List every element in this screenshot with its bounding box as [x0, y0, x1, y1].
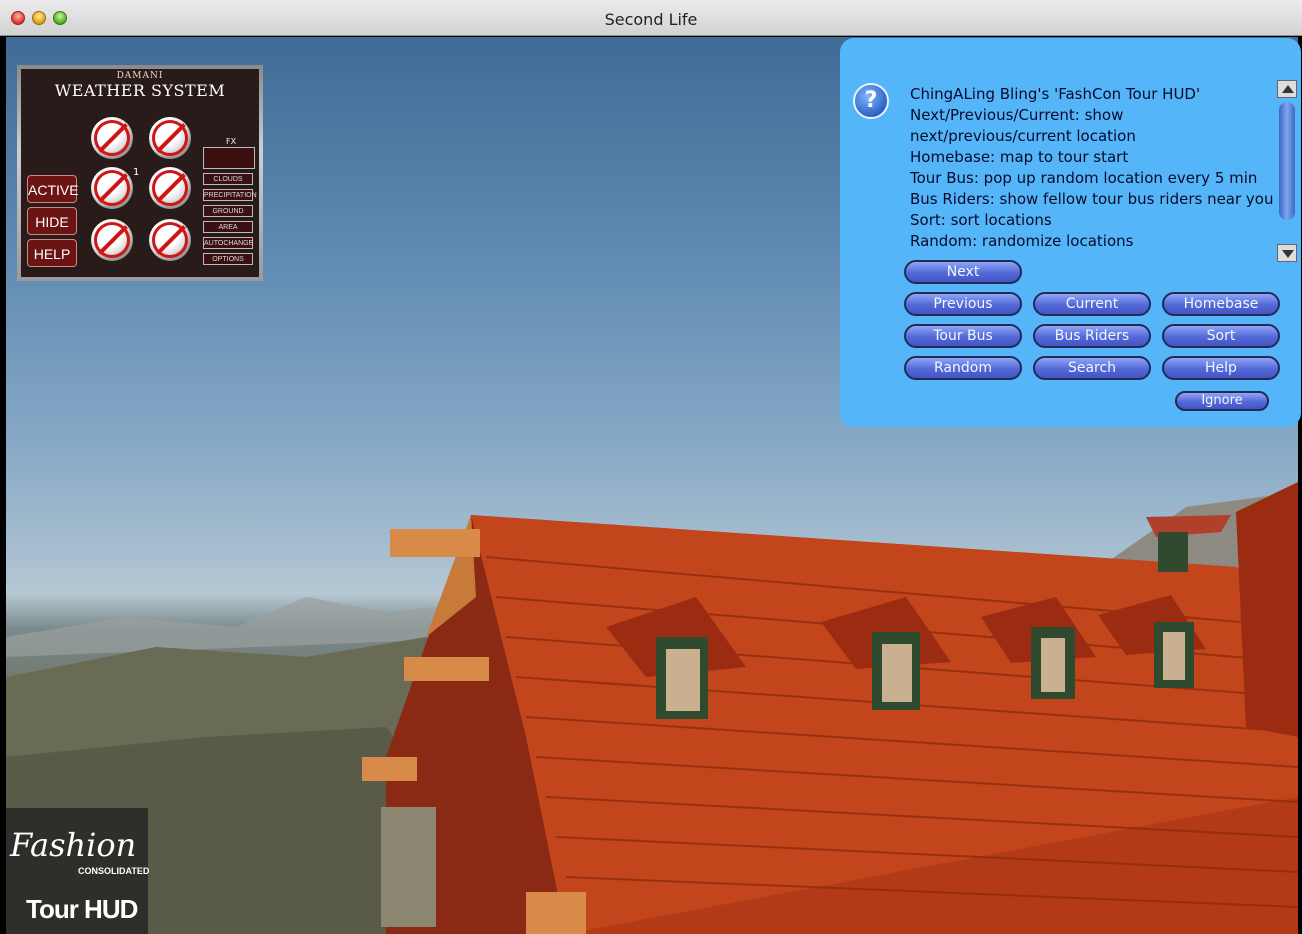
title-bar: Second Life	[0, 0, 1302, 36]
dialog-line: ChingALing Bling's 'FashCon Tour HUD'	[910, 85, 1201, 103]
fx-toggle-button[interactable]	[203, 147, 255, 169]
ground-button[interactable]: GROUND	[203, 205, 253, 217]
fx-label: FX	[226, 137, 237, 146]
weather-disabled-icon[interactable]	[149, 117, 191, 159]
bus-riders-button[interactable]: Bus Riders	[1033, 324, 1151, 348]
weather-panel: DAMANI WEATHER SYSTEM ACTIVE HIDE HELP 1…	[21, 69, 259, 277]
dialog-line: Random: randomize locations	[910, 232, 1134, 250]
help-button[interactable]: Help	[1162, 356, 1280, 380]
scroll-down-icon[interactable]	[1277, 244, 1297, 262]
precipitation-button[interactable]: PRECIPITATION	[203, 189, 257, 201]
dialog-line: Next/Previous/Current: show	[910, 106, 1124, 124]
autochange-button[interactable]: AUTOCHANGE	[203, 237, 253, 249]
fashion-tour-hud[interactable]: Fashion CONSOLIDATED Tour HUD	[6, 808, 150, 934]
weather-brand: DAMANI	[116, 71, 164, 81]
tour-hud-dialog: ? ChingALing Bling's 'FashCon Tour HUD' …	[840, 38, 1301, 427]
current-button[interactable]: Current	[1033, 292, 1151, 316]
random-button[interactable]: Random	[904, 356, 1022, 380]
weather-disabled-icon[interactable]	[149, 167, 191, 209]
dialog-line: Bus Riders: show fellow tour bus riders …	[910, 190, 1274, 208]
question-icon: ?	[853, 83, 889, 119]
area-button[interactable]: AREA	[203, 221, 253, 233]
dialog-line: Homebase: map to tour start	[910, 148, 1129, 166]
weather-help-button[interactable]: HELP	[27, 239, 77, 267]
weather-active-button[interactable]: ACTIVE	[27, 175, 79, 203]
sort-button[interactable]: Sort	[1162, 324, 1280, 348]
options-button[interactable]: OPTIONS	[203, 253, 253, 265]
homebase-button[interactable]: Homebase	[1162, 292, 1280, 316]
previous-button[interactable]: Previous	[904, 292, 1022, 316]
weather-disabled-icon[interactable]	[149, 219, 191, 261]
search-button[interactable]: Search	[1033, 356, 1151, 380]
tour-bus-button[interactable]: Tour Bus	[904, 324, 1022, 348]
dialog-line: Sort: sort locations	[910, 211, 1052, 229]
dialog-message: ChingALing Bling's 'FashCon Tour HUD' Ne…	[910, 84, 1290, 252]
dialog-scrollbar[interactable]	[1277, 80, 1297, 262]
weather-system-hud: DAMANI WEATHER SYSTEM ACTIVE HIDE HELP 1…	[17, 65, 263, 281]
clouds-button[interactable]: CLOUDS	[203, 173, 253, 185]
dialog-line: Tour Bus: pop up random location every 5…	[910, 169, 1258, 187]
second-life-window: Second Life DAMANI WEATHER SYSTEM ACTIVE…	[0, 0, 1302, 934]
weather-disabled-icon[interactable]	[91, 167, 133, 209]
dialog-line: next/previous/current location	[910, 127, 1136, 145]
weather-title: WEATHER SYSTEM	[54, 81, 226, 100]
fashion-logo-script: Fashion	[10, 826, 137, 864]
scroll-up-icon[interactable]	[1277, 80, 1297, 98]
weather-disabled-icon[interactable]	[91, 117, 133, 159]
weather-badge: 1	[133, 167, 140, 178]
scrollbar-thumb[interactable]	[1279, 102, 1295, 220]
fashion-logo-subtitle: CONSOLIDATED	[78, 866, 150, 876]
weather-disabled-icon[interactable]	[91, 219, 133, 261]
ignore-button[interactable]: Ignore	[1175, 391, 1269, 411]
tour-hud-label: Tour HUD	[26, 894, 138, 924]
weather-hide-button[interactable]: HIDE	[27, 207, 77, 235]
next-button[interactable]: Next	[904, 260, 1022, 284]
window-title: Second Life	[604, 10, 698, 29]
